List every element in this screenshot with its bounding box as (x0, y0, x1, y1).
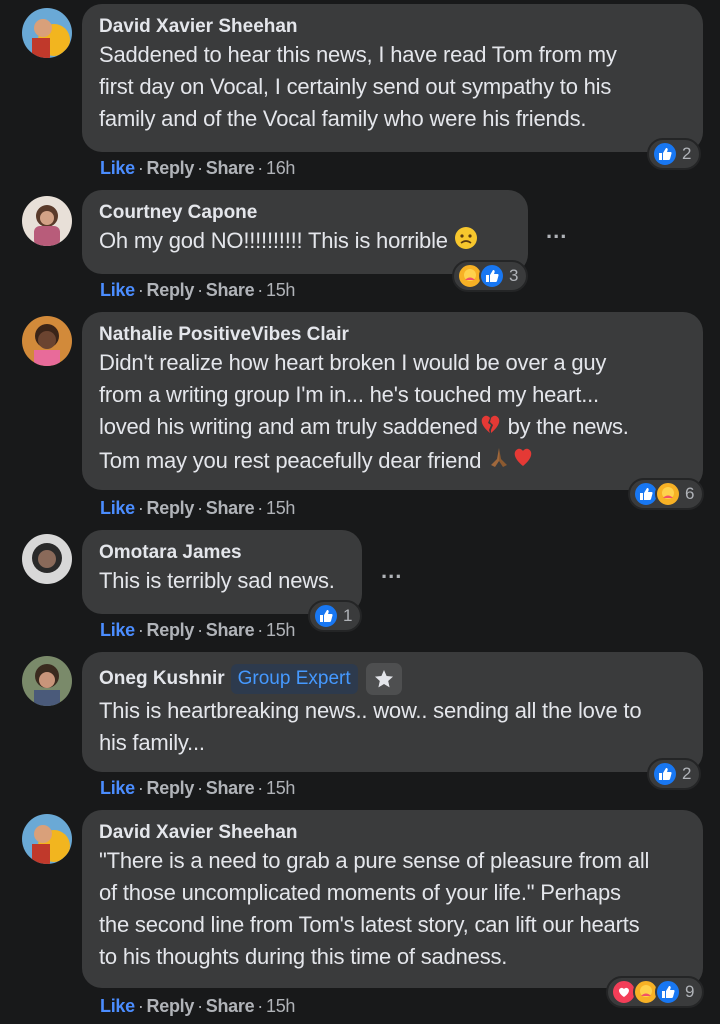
care-reaction-icon (655, 481, 681, 507)
comment-actions: Like · Reply · Share · 15h (100, 996, 296, 1017)
share-link[interactable]: Share (206, 620, 255, 641)
reaction-count: 6 (685, 484, 695, 503)
comment-author[interactable]: David Xavier Sheehan (99, 821, 687, 845)
reaction-count: 2 (682, 764, 692, 783)
comment-author[interactable]: Omotara James (99, 541, 346, 565)
reply-link[interactable]: Reply (147, 778, 195, 799)
like-reaction-icon (655, 979, 681, 1005)
praying-hands-icon (487, 445, 511, 478)
like-link[interactable]: Like (100, 620, 135, 641)
comment-actions: Like · Reply · Share · 15h (100, 620, 296, 641)
comment-bubble: David Xavier Sheehan "There is a need to… (82, 810, 703, 988)
timestamp[interactable]: 15h (266, 778, 295, 799)
red-heart-icon (511, 445, 535, 478)
sad-face-icon (454, 226, 478, 259)
reaction-summary[interactable]: 1 (308, 600, 363, 632)
share-link[interactable]: Share (206, 280, 255, 301)
comment-bubble: Oneg Kushnir Group Expert This is heartb… (82, 652, 703, 772)
comment-actions: Like · Reply · Share · 15h (100, 280, 296, 301)
comment-author[interactable]: Courtney Capone (99, 201, 512, 225)
comment-author-row: Oneg Kushnir Group Expert (99, 663, 687, 695)
timestamp[interactable]: 16h (266, 158, 295, 179)
reaction-count: 3 (509, 266, 519, 285)
avatar[interactable] (22, 316, 72, 366)
comment-author[interactable]: Oneg Kushnir (99, 667, 225, 691)
like-link[interactable]: Like (100, 996, 135, 1017)
comment-actions: Like · Reply · Share · 15h (100, 778, 296, 799)
reaction-summary[interactable]: 2 (647, 758, 702, 790)
reply-link[interactable]: Reply (147, 158, 195, 179)
timestamp[interactable]: 15h (266, 280, 295, 301)
comment-text: Didn't realize how heart broken I would … (99, 347, 687, 478)
like-reaction-icon (479, 263, 505, 289)
avatar[interactable] (22, 814, 72, 864)
like-link[interactable]: Like (100, 778, 135, 799)
broken-heart-icon (478, 412, 502, 445)
share-link[interactable]: Share (206, 778, 255, 799)
comment-actions: Like · Reply · Share · 15h (100, 498, 296, 519)
comment-author[interactable]: Nathalie PositiveVibes Clair (99, 323, 687, 347)
timestamp[interactable]: 15h (266, 498, 295, 519)
comment-author[interactable]: David Xavier Sheehan (99, 15, 687, 39)
reply-link[interactable]: Reply (147, 280, 195, 301)
like-link[interactable]: Like (100, 158, 135, 179)
comment-text: This is heartbreaking news.. wow.. sendi… (99, 698, 642, 755)
avatar[interactable] (22, 196, 72, 246)
avatar[interactable] (22, 656, 72, 706)
like-link[interactable]: Like (100, 498, 135, 519)
star-icon[interactable] (365, 663, 402, 695)
more-options-icon[interactable]: ... (381, 558, 402, 584)
reaction-summary[interactable]: 3 (452, 260, 529, 292)
share-link[interactable]: Share (206, 996, 255, 1017)
comment-text: Oh my god NO!!!!!!!!!! This is horrible (99, 225, 512, 259)
comment-text: "There is a need to grab a pure sense of… (99, 848, 650, 969)
comment-text: This is terribly sad news. (99, 568, 335, 593)
reaction-summary[interactable]: 9 (606, 976, 705, 1008)
comment-bubble: Nathalie PositiveVibes Clair Didn't real… (82, 312, 703, 490)
avatar[interactable] (22, 534, 72, 584)
like-link[interactable]: Like (100, 280, 135, 301)
timestamp[interactable]: 15h (266, 620, 295, 641)
like-reaction-icon (652, 761, 678, 787)
share-link[interactable]: Share (206, 158, 255, 179)
reaction-count: 1 (343, 606, 353, 625)
timestamp[interactable]: 15h (266, 996, 295, 1017)
group-expert-badge[interactable]: Group Expert (230, 664, 358, 694)
reaction-summary[interactable]: 2 (647, 138, 702, 170)
reaction-count: 2 (682, 144, 692, 163)
reply-link[interactable]: Reply (147, 620, 195, 641)
reply-link[interactable]: Reply (147, 498, 195, 519)
share-link[interactable]: Share (206, 498, 255, 519)
like-reaction-icon (313, 603, 339, 629)
like-reaction-icon (652, 141, 678, 167)
comment-actions: Like · Reply · Share · 16h (100, 158, 296, 179)
avatar[interactable] (22, 8, 72, 58)
more-options-icon[interactable]: ... (546, 218, 567, 244)
reaction-count: 9 (685, 982, 695, 1001)
comment-text: Saddened to hear this news, I have read … (99, 42, 617, 131)
reply-link[interactable]: Reply (147, 996, 195, 1017)
reaction-summary[interactable]: 6 (628, 478, 705, 510)
comment-bubble: David Xavier Sheehan Saddened to hear th… (82, 4, 703, 152)
